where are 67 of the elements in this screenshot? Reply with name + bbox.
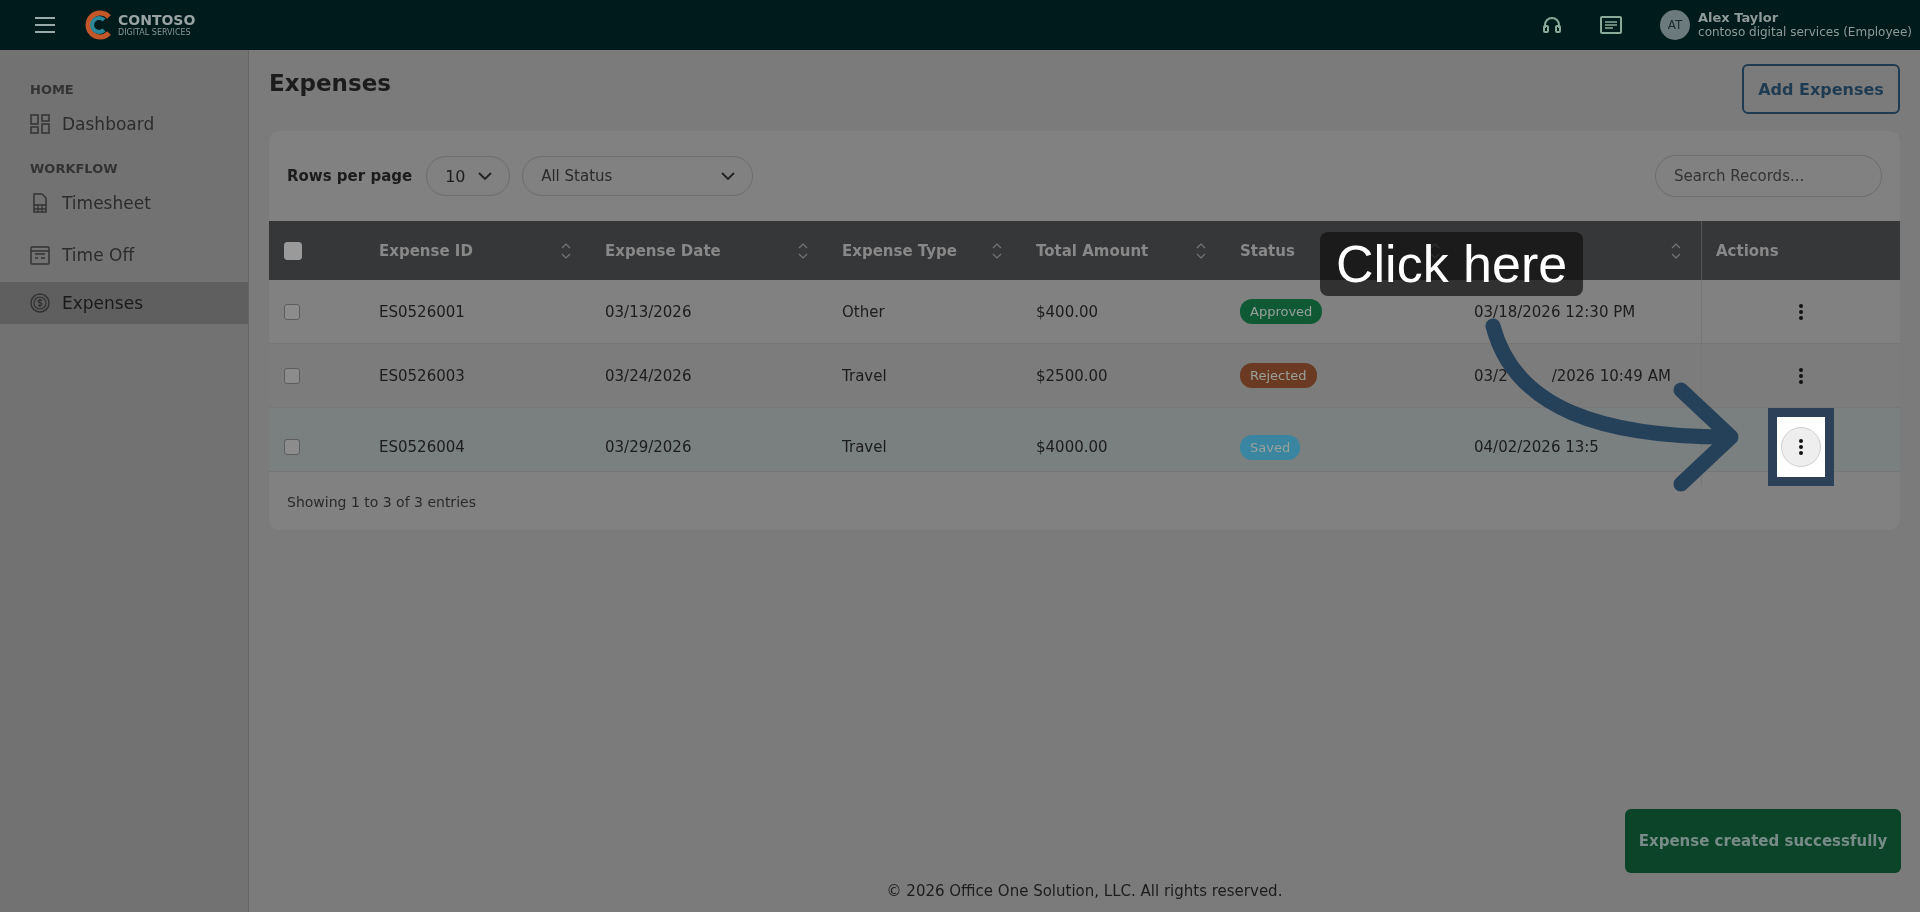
status-badge: Saved bbox=[1240, 434, 1301, 460]
menu-button[interactable] bbox=[34, 16, 56, 34]
column-header[interactable]: Actions bbox=[1716, 241, 1779, 260]
success-toast: Expense created successfully bbox=[1625, 809, 1901, 873]
table-cell: Travel bbox=[842, 366, 887, 385]
headset-button[interactable] bbox=[1542, 15, 1563, 35]
message-button[interactable] bbox=[1600, 16, 1623, 34]
sidebar-item[interactable]: Expenses bbox=[0, 282, 248, 324]
row-checkbox[interactable] bbox=[284, 439, 300, 455]
add-expenses-button[interactable]: Add Expenses bbox=[1742, 64, 1900, 114]
table-cell: Other bbox=[842, 302, 885, 321]
table-cell: ES0526004 bbox=[379, 438, 465, 456]
column-header[interactable]: Total Amount bbox=[1036, 241, 1149, 260]
status-badge: Approved bbox=[1240, 299, 1323, 324]
user-avatar[interactable]: AT bbox=[1660, 10, 1691, 40]
status-filter-select[interactable]: All Status bbox=[522, 156, 754, 196]
more-icon bbox=[1798, 438, 1804, 456]
table-cell: 03/24/2026 bbox=[605, 366, 692, 385]
headset-icon bbox=[1542, 15, 1563, 35]
grid-icon bbox=[30, 114, 50, 134]
more-icon bbox=[1798, 302, 1804, 321]
sidebar-item[interactable]: Time Off bbox=[0, 234, 248, 276]
menu-icon bbox=[34, 16, 56, 34]
column-header[interactable]: Expense Date bbox=[605, 241, 721, 260]
table-cell: $4000.00 bbox=[1036, 438, 1108, 456]
click-here-callout: Click here bbox=[1320, 232, 1584, 296]
table-cell: 03/18/2026 12:30 PM bbox=[1474, 302, 1636, 321]
table-cell: 04/02/2026 13:5 bbox=[1474, 438, 1599, 456]
row-checkbox[interactable] bbox=[284, 367, 300, 384]
table-cell: Travel bbox=[842, 438, 887, 456]
rows-per-page-label: Rows per page bbox=[287, 167, 413, 185]
status-badge: Rejected bbox=[1240, 363, 1317, 388]
column-header[interactable]: Expense Type bbox=[842, 241, 957, 260]
message-icon bbox=[1600, 16, 1623, 34]
sidebar-item[interactable]: Dashboard bbox=[0, 103, 248, 145]
page-title: Expenses bbox=[269, 70, 391, 96]
sheet-icon bbox=[30, 193, 50, 213]
sidebar-item[interactable]: Timesheet bbox=[0, 182, 248, 224]
table-cell: 03/2 bbox=[1474, 366, 1508, 385]
table-cell: /2026 10:49 AM bbox=[1551, 366, 1671, 385]
table-cell: 03/13/2026 bbox=[605, 302, 692, 321]
copyright-text: © 2026 Office One Solution, LLC. All rights reserved. bbox=[885, 882, 1284, 902]
logo-icon bbox=[84, 10, 114, 40]
table-cell: $400.00 bbox=[1036, 302, 1099, 321]
chevron-down-icon bbox=[720, 171, 737, 181]
section-heading: HOME bbox=[29, 81, 75, 99]
entries-summary: Showing 1 to 3 of 3 entries bbox=[286, 493, 477, 512]
user-name: Alex Taylor bbox=[1698, 10, 1780, 26]
table-cell: $2500.00 bbox=[1036, 366, 1108, 385]
dollar-icon bbox=[30, 293, 50, 313]
table-cell: ES0526003 bbox=[379, 366, 465, 385]
table-cell: 03/29/2026 bbox=[605, 438, 692, 456]
search-field[interactable]: Search Records... bbox=[1655, 155, 1882, 197]
calendar-icon bbox=[30, 245, 50, 265]
more-actions-button[interactable] bbox=[1781, 427, 1821, 467]
logo-tagline: DIGITAL SERVICES bbox=[118, 29, 192, 37]
section-heading: WORKFLOW bbox=[29, 160, 119, 178]
logo-name: CONTOSO bbox=[118, 13, 196, 27]
chevron-down-icon bbox=[477, 171, 494, 181]
column-header[interactable]: Status bbox=[1240, 241, 1295, 260]
rows-per-page-select[interactable]: 10 bbox=[426, 156, 511, 196]
select-all-checkbox[interactable] bbox=[284, 241, 302, 260]
user-organization: contoso digital services (Employee) bbox=[1698, 25, 1912, 40]
more-icon bbox=[1798, 366, 1804, 385]
column-header[interactable]: Expense ID bbox=[379, 241, 473, 260]
table-cell: ES0526001 bbox=[379, 302, 465, 321]
row-checkbox[interactable] bbox=[284, 303, 300, 320]
